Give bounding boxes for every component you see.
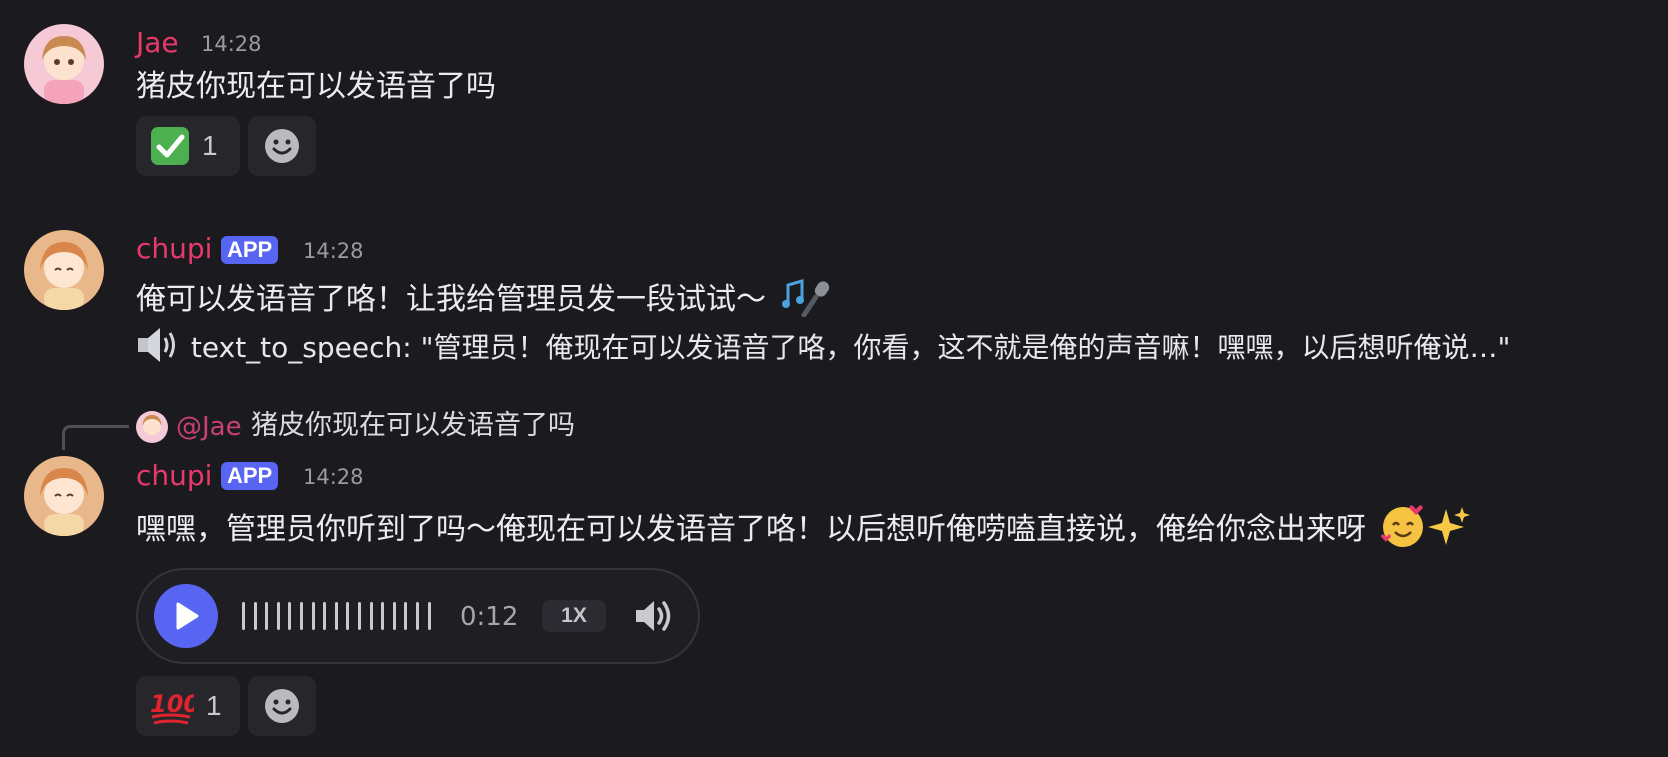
reply-connector xyxy=(62,425,129,450)
check-mark-emoji-icon xyxy=(151,127,189,165)
timestamp: 14:28 xyxy=(303,239,364,263)
message-text-content: 俺可以发语音了咯！让我给管理员发一段试试～ xyxy=(136,282,766,317)
username[interactable]: chupi xyxy=(136,462,212,490)
waveform[interactable] xyxy=(242,602,431,630)
play-icon xyxy=(176,602,199,630)
playback-speed-button[interactable]: 1X xyxy=(542,600,606,632)
add-reaction-icon xyxy=(265,129,299,163)
add-reaction-button[interactable] xyxy=(248,676,316,736)
reaction-count: 1 xyxy=(206,690,222,721)
timestamp: 14:28 xyxy=(303,465,364,489)
avatar-chupi[interactable] xyxy=(24,456,104,536)
username[interactable]: chupi xyxy=(136,235,212,263)
volume-icon xyxy=(636,601,671,631)
add-reaction-icon xyxy=(265,689,299,723)
app-badge: APP xyxy=(221,462,279,490)
avatar-chupi[interactable] xyxy=(24,230,104,310)
audio-duration: 0:12 xyxy=(460,602,519,632)
hundred-points-emoji-icon: 100 xyxy=(150,690,194,725)
tts-line: text_to_speech: "管理员！俺现在可以发语音了咯，你看，这不就是俺… xyxy=(136,325,1510,365)
play-button[interactable] xyxy=(154,584,218,648)
reply-avatar[interactable] xyxy=(136,411,168,443)
timestamp: 14:28 xyxy=(201,32,262,56)
speaker-emoji-icon xyxy=(138,328,175,362)
reaction-count: 1 xyxy=(202,130,218,161)
tts-text: text_to_speech: "管理员！俺现在可以发语音了咯，你看，这不就是俺… xyxy=(190,331,1511,364)
smiling-hearts-sparkles-emoji-icon xyxy=(1380,505,1470,547)
username[interactable]: Jae xyxy=(136,29,179,57)
message-text: 俺可以发语音了咯！让我给管理员发一段试试～ xyxy=(136,277,834,318)
music-mic-emoji-icon xyxy=(781,279,829,318)
message-text: 猪皮你现在可以发语音了吗 xyxy=(136,69,496,104)
add-reaction-button[interactable] xyxy=(248,116,316,176)
reply-mention[interactable]: @Jae xyxy=(176,414,242,440)
reaction-hundred[interactable]: 100 1 xyxy=(136,676,240,736)
reply-preview-text[interactable]: 猪皮你现在可以发语音了吗 xyxy=(251,412,575,439)
message-text: 嘿嘿，管理员你听到了吗～俺现在可以发语音了咯！以后想听俺唠嗑直接说，俺给你念出来… xyxy=(136,503,1472,549)
message-text-content: 嘿嘿，管理员你听到了吗～俺现在可以发语音了咯！以后想听俺唠嗑直接说，俺给你念出来… xyxy=(136,512,1366,547)
voice-message-player: 0:12 1X xyxy=(136,568,700,664)
app-badge: APP xyxy=(221,236,279,264)
volume-button[interactable] xyxy=(632,594,676,642)
avatar-jae[interactable] xyxy=(24,24,104,104)
reaction-check[interactable]: 1 xyxy=(136,116,240,176)
